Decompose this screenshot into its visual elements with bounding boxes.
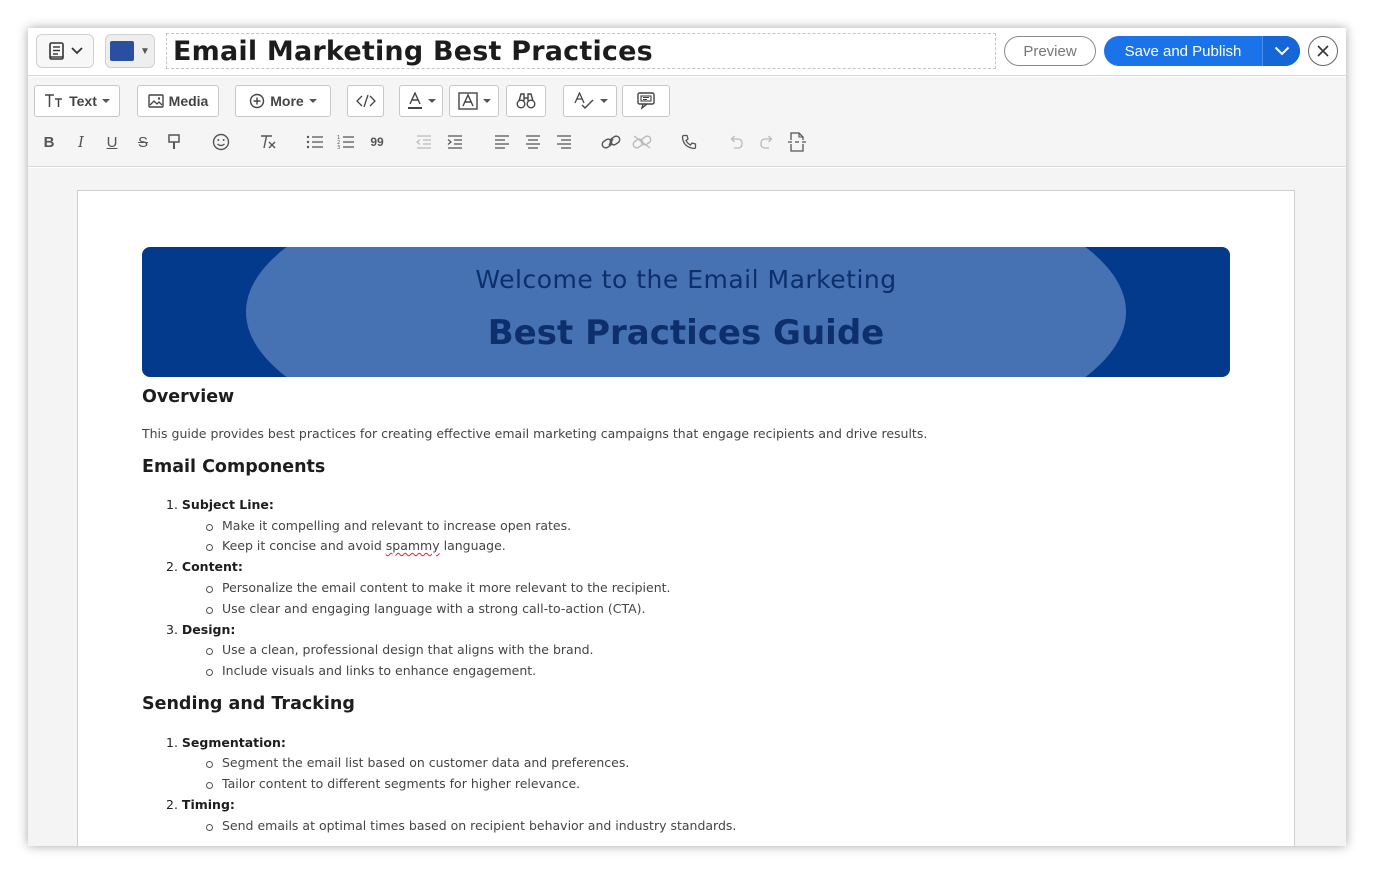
- list-item: Use clear and engaging language with a s…: [206, 601, 646, 616]
- binoculars-icon: [516, 93, 536, 109]
- list-item: 3. Design:: [166, 622, 236, 637]
- preview-button[interactable]: Preview: [1004, 36, 1096, 66]
- text-style-dropdown[interactable]: Text: [34, 85, 120, 117]
- spellcheck-dropdown[interactable]: [563, 85, 617, 117]
- align-center-icon[interactable]: [522, 131, 544, 153]
- list-item: 2. Content:: [166, 559, 243, 574]
- page-break-icon[interactable]: [786, 131, 808, 153]
- spellcheck-icon: [573, 92, 593, 109]
- document-title: Email Marketing Best Practices: [173, 35, 653, 67]
- undo-icon[interactable]: [725, 131, 747, 153]
- more-dropdown[interactable]: More: [235, 85, 331, 117]
- color-swatch: [110, 41, 135, 61]
- font-color-dropdown[interactable]: [399, 85, 443, 117]
- banner-subtitle: Welcome to the Email Marketing: [475, 265, 897, 294]
- list-item: Segment the email list based on customer…: [206, 755, 629, 770]
- font-color-icon: [407, 92, 422, 109]
- image-icon: [147, 94, 164, 108]
- underline-icon[interactable]: U: [101, 131, 123, 153]
- publish-options-button[interactable]: [1262, 36, 1300, 66]
- chevron-down-icon: [71, 47, 83, 55]
- text-style-label: Text: [69, 93, 97, 109]
- bulleted-list-icon[interactable]: [304, 131, 326, 153]
- editor-canvas: Welcome to the Email Marketing Best Prac…: [28, 168, 1346, 846]
- strikethrough-icon[interactable]: S: [132, 131, 154, 153]
- formatting-icon-row: B I U S 123 99: [28, 131, 1346, 155]
- format-painter-icon[interactable]: [163, 131, 185, 153]
- emoji-icon[interactable]: [210, 131, 232, 153]
- blockquote-icon[interactable]: 99: [366, 131, 388, 153]
- italic-icon[interactable]: I: [70, 131, 92, 153]
- close-icon: [1317, 45, 1329, 57]
- text-size-icon: [45, 94, 63, 107]
- comment-icon: [637, 92, 655, 110]
- plus-circle-icon: [250, 93, 265, 109]
- numbered-list-icon[interactable]: 123: [335, 131, 357, 153]
- source-code-button[interactable]: [347, 85, 384, 117]
- clear-formatting-icon[interactable]: [257, 131, 279, 153]
- formatting-toolbar: Text Media More B I U S 1 2 3 99: [28, 77, 1346, 167]
- media-button[interactable]: Media: [137, 85, 219, 117]
- document-page[interactable]: Welcome to the Email Marketing Best Prac…: [77, 190, 1295, 846]
- background-color-dropdown[interactable]: [449, 85, 499, 117]
- misspelled-word[interactable]: spammy: [386, 538, 440, 553]
- heading-sending-tracking: Sending and Tracking: [142, 694, 355, 714]
- save-and-publish-label: Save and Publish: [1124, 42, 1242, 60]
- editor-window: ▼ Email Marketing Best Practices Preview…: [28, 28, 1346, 846]
- banner-title: Best Practices Guide: [487, 313, 885, 353]
- list-item: Personalize the email content to make it…: [206, 580, 671, 595]
- svg-text:3: 3: [337, 145, 340, 150]
- list-item: Send emails at optimal times based on re…: [206, 818, 736, 833]
- outdent-icon[interactable]: [413, 131, 435, 153]
- more-label: More: [270, 93, 304, 109]
- editor-header: ▼ Email Marketing Best Practices Preview…: [28, 28, 1346, 76]
- list-item: Tailor content to different segments for…: [206, 776, 580, 791]
- code-icon: [355, 94, 376, 108]
- redo-icon[interactable]: [756, 131, 778, 153]
- highlight-color-icon: [457, 92, 478, 110]
- caret-down-icon: [308, 99, 317, 103]
- document-color-picker[interactable]: ▼: [105, 34, 155, 68]
- caret-down-icon: [599, 99, 608, 103]
- caret-down-icon: [101, 99, 110, 103]
- close-button[interactable]: [1308, 36, 1338, 66]
- caret-down-icon: [427, 99, 436, 103]
- unlink-icon[interactable]: [631, 131, 653, 153]
- caret-down-icon: [482, 99, 491, 103]
- list-item: 1. Segmentation:: [166, 735, 286, 750]
- find-replace-button[interactable]: [506, 85, 546, 117]
- indent-icon[interactable]: [444, 131, 466, 153]
- align-left-icon[interactable]: [491, 131, 513, 153]
- media-label: Media: [168, 93, 209, 109]
- comments-button[interactable]: [622, 85, 670, 117]
- link-icon[interactable]: [600, 131, 622, 153]
- list-item: Use a clean, professional design that al…: [206, 642, 594, 657]
- align-right-icon[interactable]: [553, 131, 575, 153]
- header-banner: Welcome to the Email Marketing Best Prac…: [142, 247, 1230, 377]
- list-item: Make it compelling and relevant to incre…: [206, 518, 571, 533]
- list-item: Keep it concise and avoid spammy languag…: [206, 538, 506, 553]
- document-icon: [49, 42, 64, 60]
- list-item: 2. Timing:: [166, 797, 235, 812]
- heading-overview: Overview: [142, 387, 235, 407]
- heading-email-components: Email Components: [142, 457, 326, 477]
- chevron-down-icon: [1274, 46, 1289, 56]
- overview-paragraph: This guide provides best practices for c…: [142, 426, 928, 441]
- phone-icon[interactable]: [678, 131, 700, 153]
- save-and-publish-button[interactable]: Save and Publish: [1104, 36, 1300, 66]
- list-item: 1. Subject Line:: [166, 497, 274, 512]
- document-title-field[interactable]: Email Marketing Best Practices: [166, 33, 996, 69]
- document-type-button[interactable]: [36, 34, 94, 68]
- list-item: Include visuals and links to enhance eng…: [206, 663, 536, 678]
- bold-icon[interactable]: B: [38, 131, 60, 153]
- caret-down-icon: ▼: [140, 45, 150, 57]
